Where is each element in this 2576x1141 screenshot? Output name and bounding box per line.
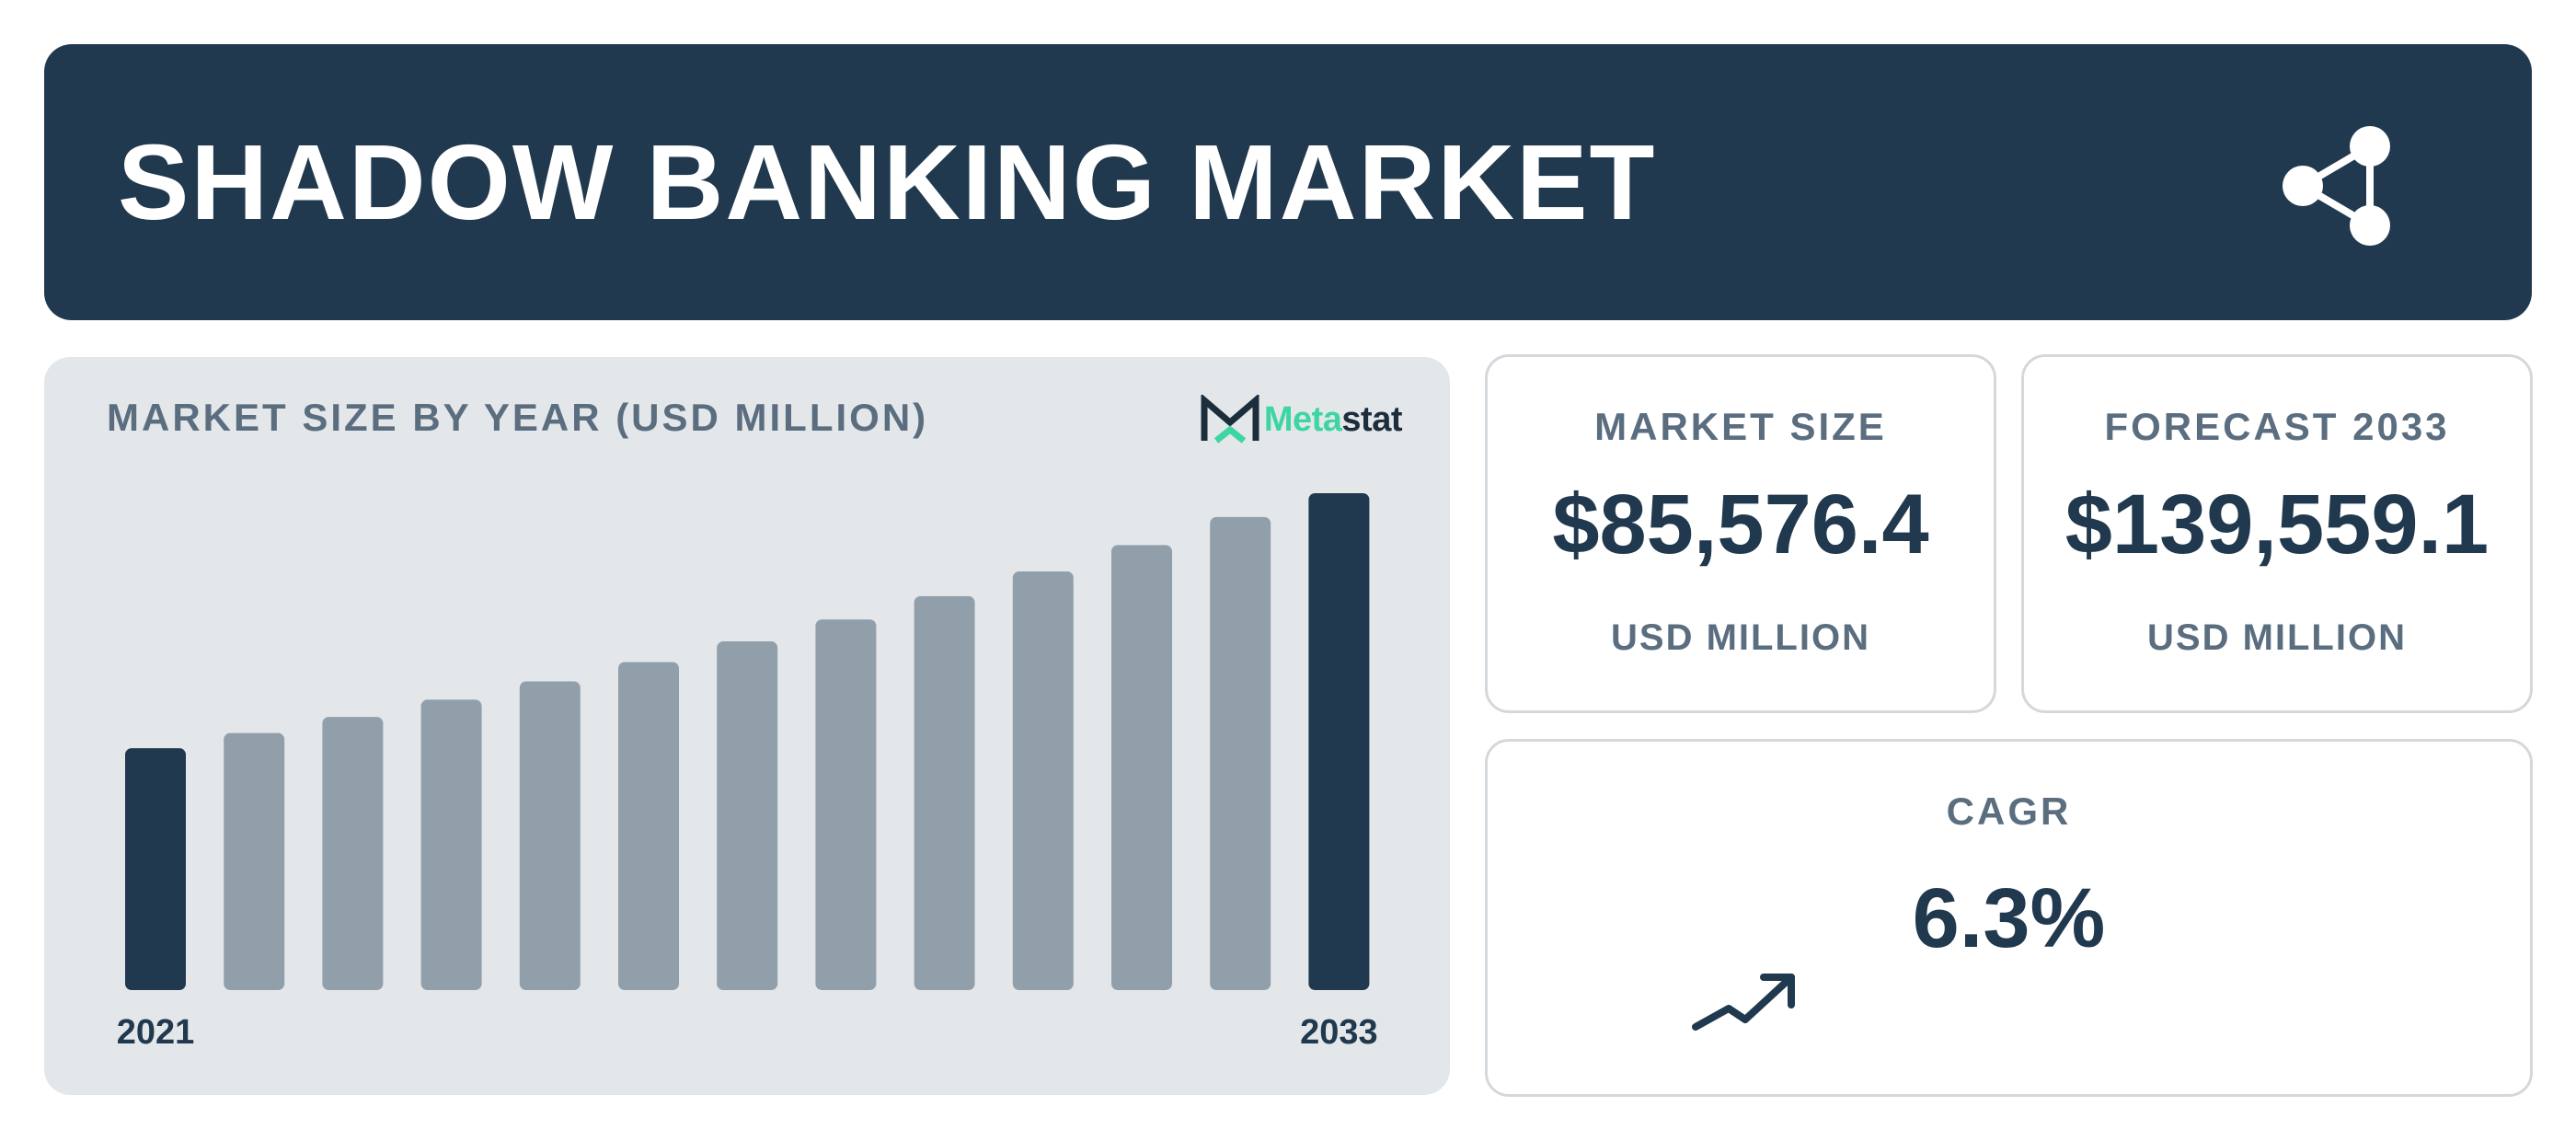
forecast-label: FORECAST 2033 (2104, 405, 2450, 448)
trend-up-icon (1692, 974, 1795, 1031)
bar-2024 (420, 699, 482, 990)
forecast-card: FORECAST 2033 $139,559.1 USD MILLION (2021, 354, 2533, 713)
bar-2023 (322, 717, 384, 990)
bar-2030 (1012, 570, 1074, 990)
bar-2031 (1111, 545, 1172, 990)
bar-2032 (1210, 516, 1271, 990)
cagr-card: CAGR 6.3% (1485, 739, 2533, 1097)
header-banner: SHADOW BANKING MARKET (44, 44, 2532, 320)
bar-2022 (224, 732, 285, 990)
x-tick-label-2033: 2033 (1300, 1013, 1378, 1052)
share-icon[interactable] (2271, 121, 2409, 259)
bar-2025 (519, 681, 581, 990)
bar-2027 (717, 641, 778, 990)
market-size-card: MARKET SIZE $85,576.4 USD MILLION (1485, 354, 1996, 713)
market-size-value: $85,576.4 (1552, 478, 1929, 571)
cagr-value: 6.3% (1912, 871, 2106, 965)
bar-2021 (125, 748, 186, 990)
market-size-label: MARKET SIZE (1594, 405, 1887, 448)
market-size-unit: USD MILLION (1611, 617, 1870, 658)
bar-chart: 2021 2033 (117, 493, 1378, 1052)
bar-2029 (914, 595, 975, 990)
page-title: SHADOW BANKING MARKET (118, 122, 1657, 242)
x-tick-label-2021: 2021 (117, 1013, 195, 1052)
bar-2033 (1308, 493, 1370, 990)
bar-2026 (618, 662, 679, 990)
forecast-value: $139,559.1 (2064, 478, 2490, 571)
bar-2028 (815, 619, 877, 990)
cagr-label: CAGR (1946, 789, 2072, 833)
forecast-unit: USD MILLION (2147, 617, 2407, 658)
market-size-chart-panel: MARKET SIZE BY YEAR (USD MILLION) Metast… (44, 357, 1450, 1095)
